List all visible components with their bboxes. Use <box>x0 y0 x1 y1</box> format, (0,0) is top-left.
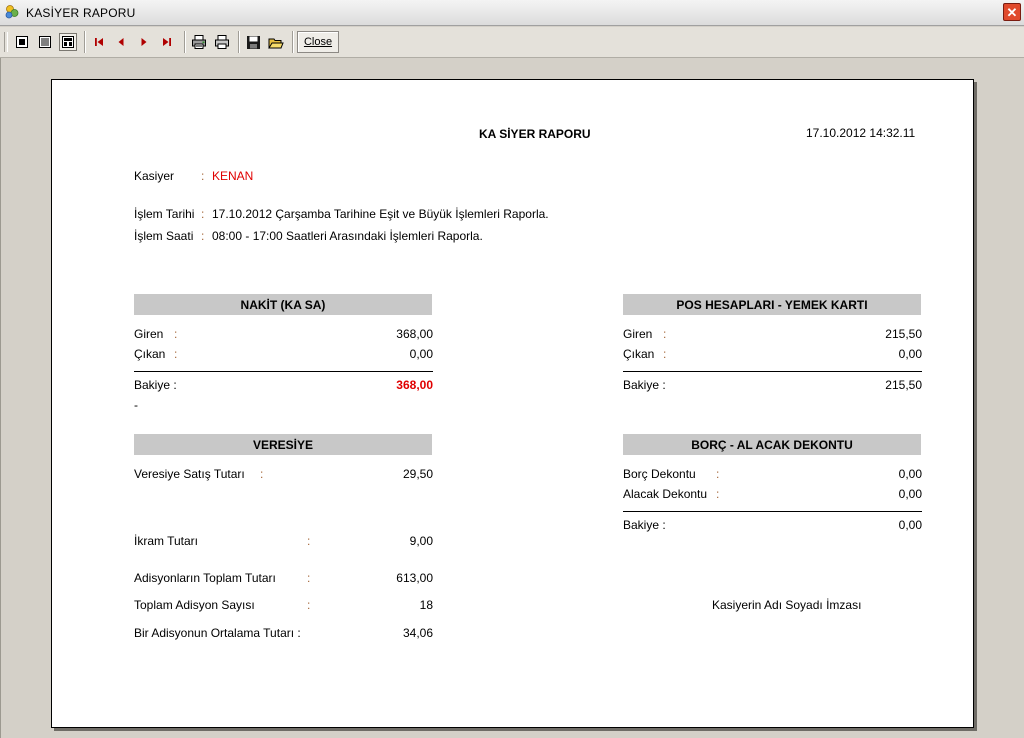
last-page-icon[interactable] <box>158 33 176 51</box>
preview-border <box>0 58 1 738</box>
first-page-icon[interactable] <box>90 33 108 51</box>
toolbar-separator <box>292 31 294 53</box>
debt-note-label: Borç Dekontu <box>623 467 696 481</box>
pos-balance-value: 215,50 <box>885 378 922 392</box>
pos-balance-label: Bakiye : <box>623 378 666 392</box>
debt-balance-value: 0,00 <box>898 518 922 532</box>
cash-in-colon: : <box>174 327 178 341</box>
cash-out-value: 0,00 <box>409 347 433 361</box>
date-description: 17.10.2012 Çarşamba Tarihine Eşit ve Büy… <box>212 207 549 221</box>
cash-divider <box>134 371 433 372</box>
date-colon: : <box>201 207 205 221</box>
pos-in-colon: : <box>663 327 667 341</box>
print-icon[interactable] <box>213 33 231 51</box>
treat-label: İkram Tutarı <box>134 534 199 548</box>
pos-in-value: 215,50 <box>885 327 922 341</box>
cash-in-label: Giren <box>134 327 164 341</box>
cash-out-colon: : <box>174 347 178 361</box>
count-colon: : <box>307 598 311 612</box>
count-label: Toplam Adisyon Sayısı <box>134 598 255 612</box>
toolbar-separator <box>184 31 186 53</box>
debt-note-value: 0,00 <box>898 467 922 481</box>
debt-note-colon: : <box>716 467 720 481</box>
total-colon: : <box>307 571 311 585</box>
receivable-note-value: 0,00 <box>898 487 922 501</box>
time-label: İşlem Saati <box>134 229 194 243</box>
cashier-name: KENAN <box>212 169 254 183</box>
pos-in-label: Giren <box>623 327 653 341</box>
total-label: Adisyonların Toplam Tutarı <box>134 571 276 585</box>
cash-out-label: Çıkan <box>134 347 166 361</box>
credit-section-header: VERESİYE <box>134 434 432 455</box>
cashier-label: Kasiyer <box>134 169 175 183</box>
next-page-icon[interactable] <box>135 33 153 51</box>
toolbar-separator <box>84 31 86 53</box>
cashier-colon: : <box>201 169 205 183</box>
save-icon[interactable] <box>244 33 262 51</box>
window-close-icon[interactable]: ✕ <box>1003 3 1021 21</box>
toolbar-separator <box>238 31 240 53</box>
prev-page-icon[interactable] <box>112 33 130 51</box>
treat-colon: : <box>307 534 311 548</box>
receivable-note-colon: : <box>716 487 720 501</box>
report-title: KA SİYER RAPORU <box>479 127 591 141</box>
cash-dash: - <box>134 398 138 412</box>
multi-page-icon[interactable] <box>36 33 54 51</box>
toolbar: Close <box>0 27 1024 58</box>
average-label: Bir Adisyonun Ortalama Tutarı : <box>134 626 301 640</box>
close-button[interactable]: Close <box>297 31 339 53</box>
debt-divider <box>623 511 922 512</box>
report-page: KA SİYER RAPORU 17.10.2012 14:32.11 Kasi… <box>51 79 974 728</box>
credit-sale-value: 29,50 <box>402 467 433 481</box>
date-label: İşlem Tarihi <box>134 207 195 221</box>
cash-section-header: NAKİT (KA SA) <box>134 294 432 315</box>
count-value: 18 <box>419 598 433 612</box>
time-colon: : <box>201 229 205 243</box>
pos-out-value: 0,00 <box>898 347 922 361</box>
page-width-icon[interactable] <box>59 33 77 51</box>
time-description: 08:00 - 17:00 Saatleri Arasındaki İşleml… <box>212 229 483 243</box>
app-icon <box>5 5 19 19</box>
print-setup-icon[interactable] <box>190 33 208 51</box>
toolbar-grip <box>4 32 8 52</box>
receivable-note-label: Alacak Dekontu <box>623 487 708 501</box>
signature-line: Kasiyerin Adı Soyadı İmzası <box>712 598 862 612</box>
credit-sale-label: Veresiye Satış Tutarı <box>134 467 245 481</box>
pos-section-header: POS HESAPLARI - YEMEK KARTI <box>623 294 921 315</box>
cash-balance-value: 368,00 <box>396 378 433 392</box>
pos-out-colon: : <box>663 347 667 361</box>
report-datetime: 17.10.2012 14:32.11 <box>806 126 916 140</box>
average-value: 34,06 <box>402 626 433 640</box>
debt-balance-label: Bakiye : <box>623 518 666 532</box>
treat-value: 9,00 <box>409 534 433 548</box>
credit-sale-colon: : <box>260 467 264 481</box>
pos-out-label: Çıkan <box>623 347 655 361</box>
pos-divider <box>623 371 922 372</box>
cash-balance-label: Bakiye : <box>134 378 177 392</box>
total-value: 613,00 <box>396 571 433 585</box>
single-page-icon[interactable] <box>13 33 31 51</box>
title-bar: KASİYER RAPORU ✕ <box>0 0 1024 26</box>
window-title: KASİYER RAPORU <box>26 6 136 20</box>
cash-in-value: 368,00 <box>396 327 433 341</box>
open-icon[interactable] <box>267 33 285 51</box>
debt-section-header: BORÇ - AL ACAK DEKONTU <box>623 434 921 455</box>
